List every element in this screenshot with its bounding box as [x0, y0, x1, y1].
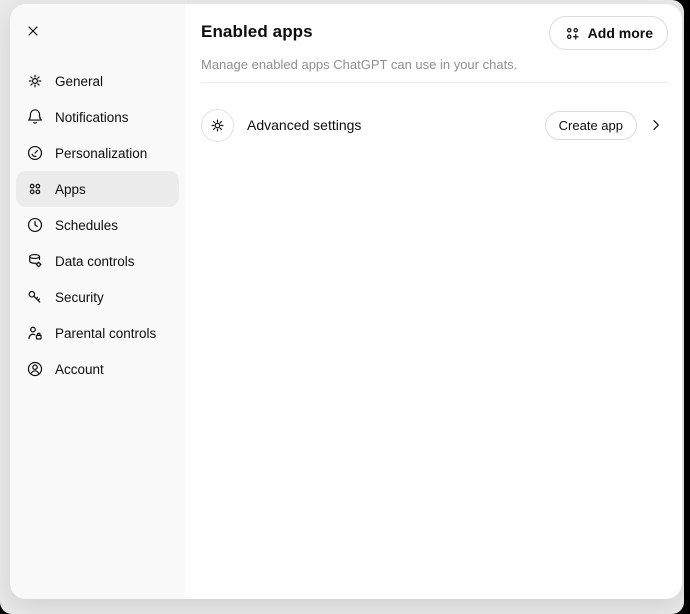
person-lock-icon [26, 324, 44, 342]
header-divider [201, 82, 668, 83]
page-subtitle: Manage enabled apps ChatGPT can use in y… [201, 57, 518, 72]
settings-dialog: General Notifications Personalization Ap… [10, 4, 682, 599]
grid-plus-icon [564, 25, 581, 42]
sidebar-item-label: Security [55, 289, 104, 305]
sidebar-nav: General Notifications Personalization Ap… [16, 63, 179, 387]
advanced-settings-label: Advanced settings [247, 117, 362, 133]
advanced-settings-row[interactable]: Advanced settings Create app [201, 101, 668, 149]
gear-icon [26, 72, 44, 90]
panel-header: Enabled apps Add more [201, 16, 668, 50]
key-icon [26, 288, 44, 306]
sidebar-item-security[interactable]: Security [16, 279, 179, 315]
dial-icon [26, 144, 44, 162]
sidebar-item-label: General [55, 73, 104, 89]
chevron-right-icon[interactable] [644, 113, 668, 137]
create-app-label: Create app [558, 117, 623, 133]
add-more-button[interactable]: Add more [548, 16, 668, 50]
database-gear-icon [26, 252, 44, 270]
sidebar-item-label: Data controls [55, 253, 135, 269]
close-icon [25, 23, 41, 39]
sidebar-item-notifications[interactable]: Notifications [16, 99, 179, 135]
sidebar-item-label: Account [55, 361, 104, 377]
sidebar-item-label: Parental controls [55, 325, 157, 341]
sidebar-item-label: Notifications [55, 109, 129, 125]
sidebar-item-label: Personalization [55, 145, 148, 161]
close-button[interactable] [18, 16, 48, 46]
sidebar-item-account[interactable]: Account [16, 351, 179, 387]
sidebar-item-data-controls[interactable]: Data controls [16, 243, 179, 279]
gear-circle-icon [201, 108, 234, 142]
settings-sidebar: General Notifications Personalization Ap… [10, 4, 185, 599]
sidebar-item-apps[interactable]: Apps [16, 171, 179, 207]
sidebar-item-parental-controls[interactable]: Parental controls [16, 315, 179, 351]
create-app-button[interactable]: Create app [544, 110, 637, 140]
bell-icon [26, 108, 44, 126]
page-title: Enabled apps [201, 22, 313, 41]
clock-icon [26, 216, 44, 234]
sidebar-item-schedules[interactable]: Schedules [16, 207, 179, 243]
sidebar-item-label: Schedules [55, 217, 119, 233]
sidebar-item-personalization[interactable]: Personalization [16, 135, 179, 171]
sidebar-item-general[interactable]: General [16, 63, 179, 99]
sidebar-item-label: Apps [55, 181, 86, 197]
person-circle-icon [26, 360, 44, 378]
apps-grid-icon [26, 180, 44, 198]
settings-main-panel: Enabled apps Add more Manage enabled app… [185, 4, 682, 599]
add-more-label: Add more [587, 25, 653, 41]
